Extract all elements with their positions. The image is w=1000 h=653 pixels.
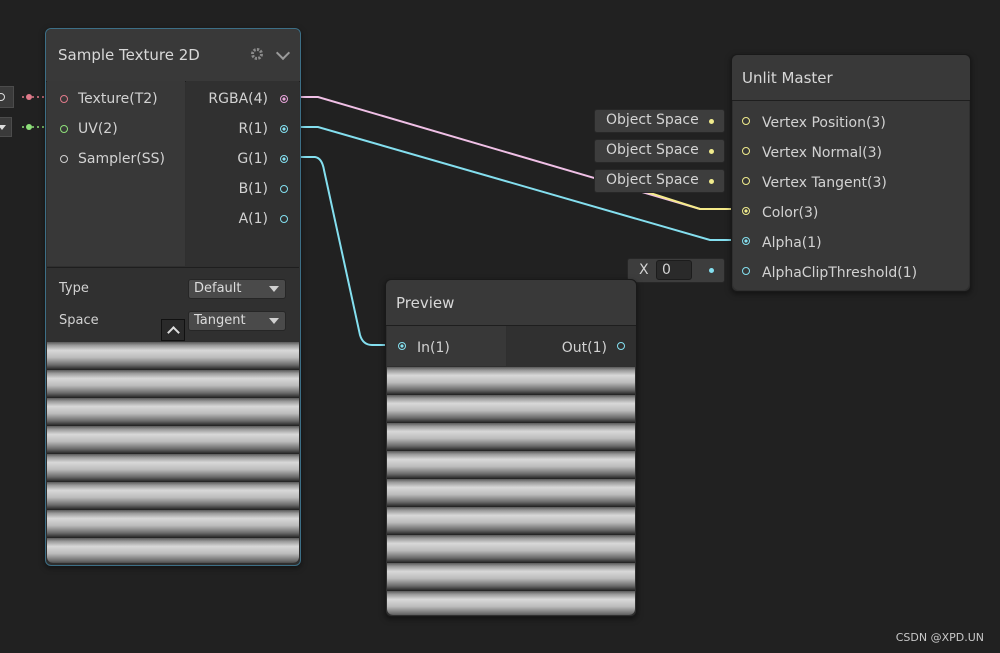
- vertex-normal-label: Vertex Normal(3): [762, 145, 882, 161]
- wire-g-to-preview-in[interactable]: [284, 156, 398, 346]
- rgba-output-label: RGBA(4): [208, 91, 268, 107]
- type-dropdown[interactable]: Default: [188, 279, 286, 299]
- vertex-position-label: Vertex Position(3): [762, 115, 886, 131]
- object-space-label: Object Space: [606, 142, 699, 158]
- dropdown-arrow-icon: [269, 318, 279, 324]
- uv-stub-dot: [26, 124, 32, 130]
- alpha-clip-port-icon[interactable]: [742, 267, 750, 275]
- sample-texture-2d-node[interactable]: Sample Texture 2D Texture(T2) UV(2) Samp…: [45, 28, 301, 566]
- alpha-clip-value-field[interactable]: X 0: [627, 258, 725, 283]
- texture-stub-port-icon: [0, 93, 5, 101]
- alpha-clip-threshold-label: AlphaClipThreshold(1): [762, 265, 918, 281]
- preview-node[interactable]: Preview In(1) Out(1): [385, 279, 637, 617]
- vertex-normal-space-field[interactable]: Object Space: [594, 139, 725, 163]
- alpha-clip-number-input[interactable]: 0: [656, 260, 692, 280]
- in-port-icon[interactable]: [398, 342, 406, 350]
- uv-port-icon[interactable]: [60, 125, 68, 133]
- sample-outputs-panel: RGBA(4) R(1) G(1) B(1) A(1): [186, 81, 299, 266]
- out-port-label: Out(1): [561, 340, 607, 356]
- dropdown-arrow-icon: [269, 286, 279, 292]
- space-dropdown[interactable]: Tangent: [188, 311, 286, 331]
- texture-stub-dot: [26, 94, 32, 100]
- uv-input-label: UV(2): [78, 121, 118, 137]
- texture-input-stub[interactable]: [0, 86, 14, 108]
- sampler-input-label: Sampler(SS): [78, 151, 165, 167]
- alpha-clip-value: 0: [662, 262, 671, 278]
- node-title: Preview: [396, 293, 455, 312]
- gear-icon[interactable]: [250, 47, 264, 61]
- b-port-icon[interactable]: [280, 185, 288, 193]
- vertex-position-space-field[interactable]: Object Space: [594, 109, 725, 133]
- vertex-tangent-port-icon[interactable]: [742, 177, 750, 185]
- preview-input-panel: In(1): [387, 326, 506, 366]
- chevron-down-icon[interactable]: [275, 45, 291, 61]
- preview-node-header[interactable]: Preview: [386, 280, 636, 326]
- connector-dot: [709, 268, 714, 273]
- texture-input-label: Texture(T2): [78, 91, 158, 107]
- a-port-icon[interactable]: [280, 215, 288, 223]
- connector-dot: [709, 179, 714, 184]
- watermark: CSDN @XPD.UN: [895, 631, 984, 644]
- vertex-position-port-icon[interactable]: [742, 117, 750, 125]
- type-label: Type: [59, 281, 89, 296]
- preview-output-image: [387, 367, 635, 615]
- uv-input-stub[interactable]: [0, 117, 12, 137]
- sample-node-header[interactable]: Sample Texture 2D: [46, 29, 300, 82]
- vertex-normal-port-icon[interactable]: [742, 147, 750, 155]
- r-port-icon[interactable]: [280, 125, 288, 133]
- g-port-icon[interactable]: [280, 155, 288, 163]
- out-port-icon[interactable]: [617, 342, 625, 350]
- space-label: Space: [59, 313, 99, 328]
- vertex-tangent-space-field[interactable]: Object Space: [594, 169, 725, 193]
- master-inputs-panel: Vertex Position(3) Vertex Normal(3) Vert…: [733, 101, 969, 290]
- x-axis-label: X: [639, 262, 649, 278]
- a-output-label: A(1): [238, 211, 268, 227]
- sampler-port-icon[interactable]: [60, 155, 68, 163]
- object-space-label: Object Space: [606, 112, 699, 128]
- preview-output-panel: Out(1): [507, 326, 635, 366]
- alpha-input-label: Alpha(1): [762, 235, 822, 251]
- node-title: Unlit Master: [742, 68, 833, 87]
- collapse-preview-button[interactable]: [161, 319, 185, 341]
- r-output-label: R(1): [238, 121, 268, 137]
- g-output-label: G(1): [237, 151, 268, 167]
- node-title: Sample Texture 2D: [58, 46, 200, 64]
- space-dropdown-value: Tangent: [194, 313, 246, 328]
- color-input-label: Color(3): [762, 205, 819, 221]
- vertex-tangent-label: Vertex Tangent(3): [762, 175, 887, 191]
- unlit-master-node[interactable]: Unlit Master Vertex Position(3) Vertex N…: [731, 54, 971, 292]
- sample-inputs-panel: Texture(T2) UV(2) Sampler(SS): [47, 81, 185, 266]
- in-port-label: In(1): [417, 340, 450, 356]
- master-node-header[interactable]: Unlit Master: [732, 55, 970, 101]
- b-output-label: B(1): [238, 181, 268, 197]
- rgba-port-icon[interactable]: [280, 95, 288, 103]
- sample-texture-preview: [47, 342, 299, 563]
- object-space-label: Object Space: [606, 172, 699, 188]
- alpha-port-icon[interactable]: [742, 237, 750, 245]
- type-dropdown-value: Default: [194, 281, 242, 296]
- color-port-icon[interactable]: [742, 207, 750, 215]
- connector-dot: [709, 119, 714, 124]
- dropdown-arrow-icon: [0, 125, 6, 130]
- connector-dot: [709, 149, 714, 154]
- texture-port-icon[interactable]: [60, 95, 68, 103]
